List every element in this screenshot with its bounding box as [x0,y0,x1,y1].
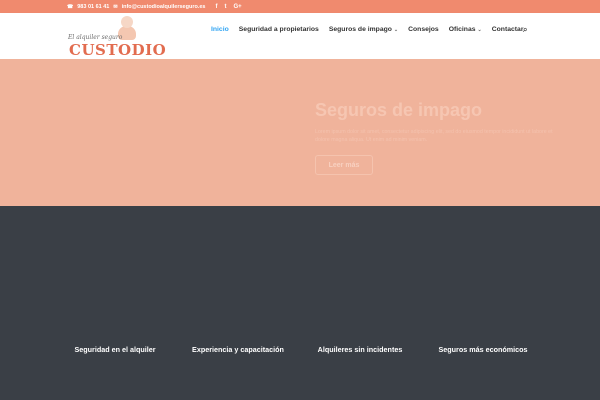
site-logo[interactable]: El alquiler seguro CUSTODIO [66,16,166,59]
feature-title-seguros: Seguros más económicos [438,345,528,354]
social-links: f t G+ [215,4,241,10]
phone-icon: ☎ [67,3,74,10]
facebook-icon[interactable]: f [215,4,217,10]
logo-brand: CUSTODIO [69,41,167,59]
hero-title: Seguros de impago [315,100,483,120]
nav-item-inicio[interactable]: Inicio [211,26,229,33]
nav-item-consejos[interactable]: Consejos [408,26,439,33]
google-plus-icon[interactable]: G+ [233,4,241,10]
nav-item-oficinas[interactable]: Oficinas ⌄ [449,26,482,33]
nav-item-seguridad-propietarios[interactable]: Seguridad a propietarios [239,26,319,33]
feature-title-alquileres: Alquileres sin incidentes [317,345,403,354]
nav-item-label: Seguros de impago [328,26,392,33]
main-navigation: Inicio Seguridad a propietarios Seguros … [211,25,533,35]
feature-title-experiencia: Experiencia y capacitación [192,345,284,354]
topbar-email[interactable]: info@custodioalquilerseguro.es [122,4,206,10]
top-bar: ☎ 983 01 61 41 ✉ info@custodioalquilerse… [0,0,600,13]
nav-item-seguros-impago[interactable]: Seguros de impago ⌄ [329,26,398,33]
nav-item-label: Inicio [211,26,229,33]
nav-item-label: Oficinas [448,26,476,33]
features-section: Seguridad en el alquiler Experiencia y c… [0,206,600,400]
hero-slider: Seguros de impago Lorem ipsum dolor sit … [0,59,600,206]
feature-title-seguridad: Seguridad en el alquiler [74,345,156,354]
read-more-button[interactable]: Leer más [315,155,373,175]
chevron-down-icon: ⌄ [477,26,482,33]
nav-item-label: Consejos [408,26,439,33]
logo-tagline: El alquiler seguro [68,34,123,41]
email-icon: ✉ [113,3,118,10]
site-header: El alquiler seguro CUSTODIO Inicio Segur… [0,13,600,59]
topbar-phone[interactable]: 983 01 61 41 [77,4,109,10]
twitter-icon[interactable]: t [224,4,226,10]
nav-item-contactar[interactable]: Contactar [492,26,524,33]
nav-item-label: Seguridad a propietarios [238,26,319,33]
search-icon[interactable]: ⌕ [523,25,527,35]
chevron-down-icon: ⌄ [393,26,399,33]
hero-description: Lorem ipsum dolor sit amet, consectetur … [315,129,553,143]
nav-item-label: Contactar [491,26,524,33]
